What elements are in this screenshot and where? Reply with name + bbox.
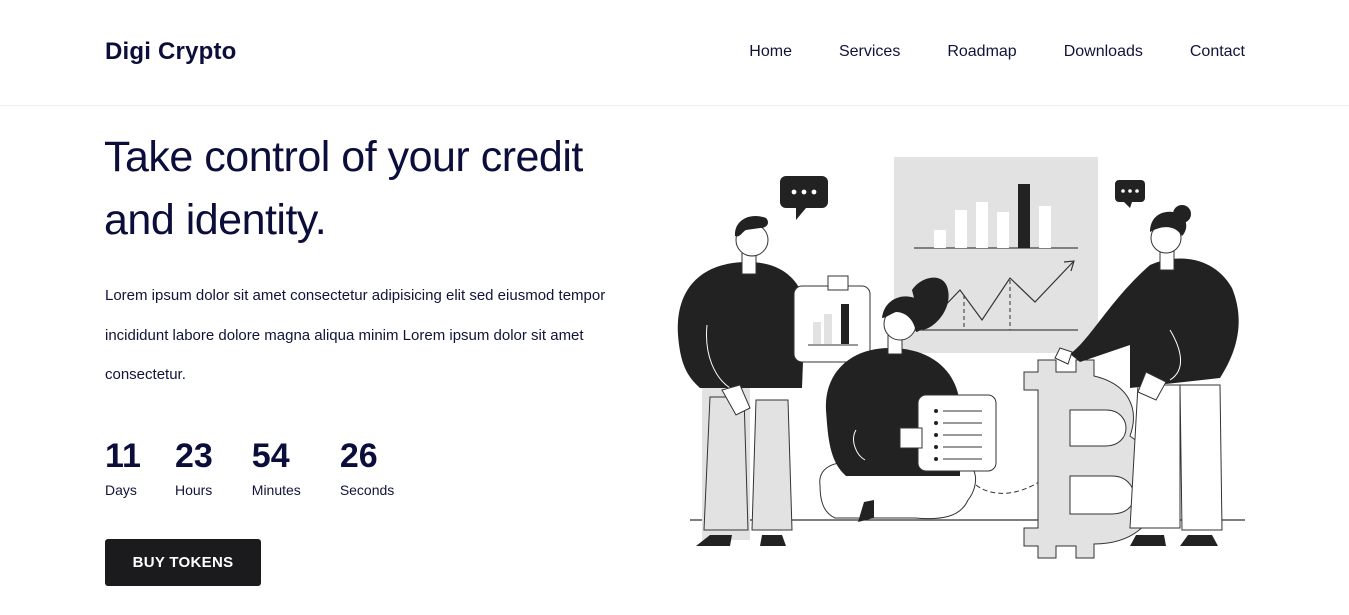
nav-downloads[interactable]: Downloads bbox=[1064, 43, 1143, 61]
countdown-days: 11 Days bbox=[105, 436, 141, 502]
nav-roadmap[interactable]: Roadmap bbox=[947, 43, 1016, 61]
site-header: Digi Crypto Home Services Roadmap Downlo… bbox=[0, 0, 1349, 106]
countdown-hours-label: Hours bbox=[174, 482, 213, 498]
countdown-seconds-value: 26 bbox=[339, 437, 378, 475]
countdown-days-label: Days bbox=[105, 482, 137, 498]
crypto-team-illustration bbox=[677, 157, 1245, 559]
countdown-seconds-label: Seconds bbox=[339, 482, 395, 498]
hero-title: Take control of your credit and identity… bbox=[104, 133, 583, 244]
nav-services[interactable]: Services bbox=[839, 43, 900, 61]
nav-contact[interactable]: Contact bbox=[1190, 43, 1245, 61]
nav-home[interactable]: Home bbox=[749, 43, 792, 61]
site-logo[interactable]: Digi Crypto bbox=[105, 38, 237, 66]
countdown-minutes-value: 54 bbox=[251, 437, 290, 475]
countdown-days-value: 11 bbox=[105, 437, 141, 475]
countdown-minutes: 54 Minutes bbox=[252, 436, 301, 502]
buy-tokens-button[interactable]: BUY TOKENS bbox=[105, 539, 261, 586]
countdown-seconds: 26 Seconds bbox=[340, 436, 394, 502]
hero-description: Lorem ipsum dolor sit amet consectetur a… bbox=[105, 287, 606, 383]
countdown-hours: 23 Hours bbox=[175, 436, 213, 502]
countdown-minutes-label: Minutes bbox=[251, 482, 301, 498]
countdown-timer: 11 Days 23 Hours 54 Minutes 26 Seconds bbox=[105, 436, 428, 502]
main-nav: Home Services Roadmap Downloads Contact bbox=[749, 43, 1245, 61]
countdown-hours-value: 23 bbox=[174, 437, 213, 475]
